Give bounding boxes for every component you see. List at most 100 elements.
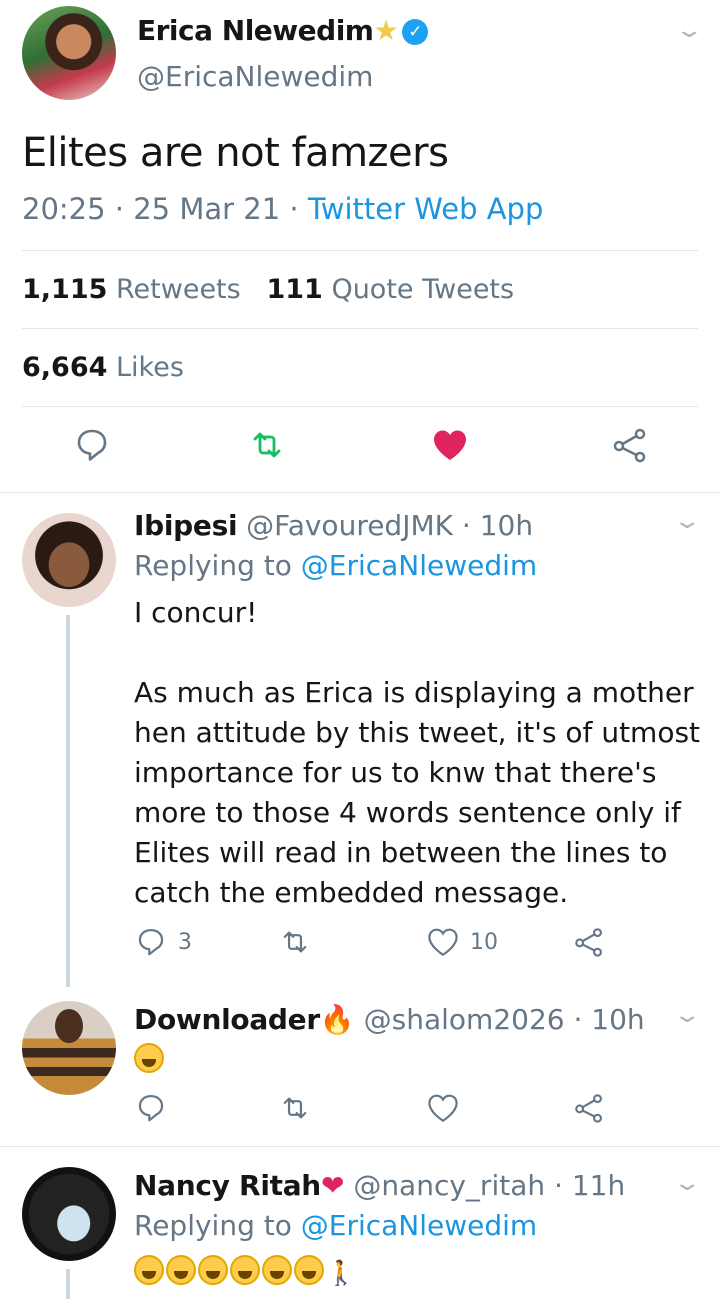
share-icon [575, 928, 602, 957]
retweet-icon[interactable] [247, 425, 287, 465]
reply-handle[interactable]: @FavouredJMK [246, 509, 453, 542]
share-icon [575, 1094, 602, 1123]
reply-text-line [134, 633, 704, 673]
divider [22, 406, 698, 407]
chevron-down-icon[interactable]: ⌄ [674, 18, 704, 43]
main-tweet: Erica Nlewedim★ ✓ @EricaNlewedim ⌄ Elites… [0, 0, 720, 493]
laughing-emoji [134, 1255, 164, 1285]
reply-text: 🚶 [134, 1255, 356, 1288]
likes-stat[interactable]: 6,664 Likes [22, 352, 184, 383]
reply-author-name[interactable]: Nancy Ritah [134, 1169, 321, 1202]
reply-author-name[interactable]: Downloader [134, 1003, 320, 1036]
reply-text-line: hen attitude by this tweet, it's of utmo… [134, 716, 701, 749]
retweet-icon [283, 931, 307, 953]
reply-text-line: more to those 4 words sentence only if [134, 796, 681, 829]
replying-to-handle[interactable]: @EricaNlewedim [301, 549, 537, 582]
like-count: 10 [470, 929, 498, 955]
reply-header: Downloader🔥 @shalom2026 · 10h [134, 1003, 645, 1036]
replying-to: Replying to @EricaNlewedim [134, 1209, 537, 1242]
reply-count: 3 [178, 929, 192, 955]
tweet-text: Elites are not famzers [22, 130, 449, 176]
reply-icon [138, 1094, 164, 1122]
like-button[interactable]: 10 [426, 925, 498, 959]
avatar[interactable] [22, 1167, 116, 1261]
walking-woman-emoji: 🚶 [326, 1259, 356, 1287]
thread-line [66, 1269, 70, 1299]
avatar-face [55, 1009, 83, 1043]
retweets-label: Retweets [116, 274, 241, 305]
reply-handle[interactable]: @nancy_ritah [353, 1169, 545, 1202]
stats-row: 1,115 Retweets 111 Quote Tweets [22, 274, 514, 305]
retweet-button[interactable] [278, 925, 312, 959]
reply-button[interactable]: 3 [134, 925, 192, 959]
divider [22, 328, 698, 329]
replying-to-handle[interactable]: @EricaNlewedim [301, 1209, 537, 1242]
likes-count: 6,664 [22, 352, 108, 383]
share-icon[interactable] [610, 425, 650, 465]
like-icon [428, 928, 458, 957]
laughing-emoji [294, 1255, 324, 1285]
main-action-bar [0, 425, 720, 475]
meta-dot: · [545, 1169, 572, 1202]
quotes-stat[interactable]: 111 Quote Tweets [266, 274, 514, 305]
reply-time: 10h [479, 509, 534, 542]
chevron-down-icon[interactable]: ⌄ [672, 1003, 702, 1028]
heart-emoji: ❤ [320, 1169, 345, 1202]
author-avatar[interactable] [22, 6, 116, 100]
chevron-down-icon[interactable]: ⌄ [672, 509, 702, 534]
reply-text-line: Elites will read in between the lines to [134, 836, 668, 869]
author-name[interactable]: Erica Nlewedim [137, 14, 374, 47]
reply-time: 11h [571, 1169, 626, 1202]
tweet-date: 25 Mar 21 [133, 192, 281, 226]
reply-text-line: I concur! [134, 596, 258, 629]
reply-header: Nancy Ritah❤ @nancy_ritah · 11h [134, 1169, 625, 1202]
tweet-source-link[interactable]: Twitter Web App [308, 192, 544, 226]
retweets-count: 1,115 [22, 274, 108, 305]
avatar[interactable] [22, 1001, 116, 1095]
reply-header: Ibipesi @FavouredJMK · 10h [134, 509, 533, 542]
chevron-down-icon[interactable]: ⌄ [672, 1171, 702, 1196]
reply-tweet[interactable]: Nancy Ritah❤ @nancy_ritah · 11h ⌄ Replyi… [0, 1147, 720, 1299]
retweet-button[interactable] [278, 1091, 312, 1125]
like-icon [428, 1094, 458, 1123]
fire-emoji: 🔥 [319, 1003, 355, 1036]
replying-to: Replying to @EricaNlewedim [134, 549, 537, 582]
like-icon[interactable] [430, 425, 470, 465]
reply-text: I concur! As much as Erica is displaying… [134, 593, 704, 913]
reply-text [134, 1043, 166, 1076]
reply-text-line: importance for us to knw that there's [134, 756, 657, 789]
like-button[interactable] [426, 1091, 460, 1125]
star-emoji: ★ [373, 14, 399, 47]
avatar[interactable] [22, 513, 116, 607]
meta-dot: · [114, 192, 134, 226]
laughing-emoji [262, 1255, 292, 1285]
reply-action-bar: 3 10 [0, 925, 720, 965]
meta-dot: · [453, 509, 480, 542]
reply-button[interactable] [134, 1091, 168, 1125]
meta-dot: · [564, 1003, 592, 1036]
reply-icon[interactable] [72, 425, 112, 465]
quotes-count: 111 [266, 274, 323, 305]
reply-author-name[interactable]: Ibipesi [134, 509, 238, 542]
tweet-time: 20:25 [22, 192, 106, 226]
reply-handle[interactable]: @shalom2026 [364, 1003, 565, 1036]
replying-prefix: Replying to [134, 549, 292, 582]
share-button[interactable] [572, 925, 606, 959]
author-name-row[interactable]: Erica Nlewedim★ ✓ [137, 14, 429, 47]
reply-icon [138, 928, 164, 956]
reply-tweet[interactable]: Downloader🔥 @shalom2026 · 10h ⌄ [0, 983, 720, 1146]
likes-label: Likes [116, 352, 184, 383]
laughing-emoji [230, 1255, 260, 1285]
reply-time: 10h [591, 1003, 645, 1036]
replying-prefix: Replying to [134, 1209, 292, 1242]
reply-tweet[interactable]: Ibipesi @FavouredJMK · 10h ⌄ Replying to… [0, 493, 720, 987]
author-handle[interactable]: @EricaNlewedim [137, 60, 373, 93]
laughing-emoji [134, 1043, 164, 1073]
share-button[interactable] [572, 1091, 606, 1125]
retweets-stat[interactable]: 1,115 Retweets [22, 274, 241, 305]
reply-text-line: catch the embedded message. [134, 876, 569, 909]
quotes-label: Quote Tweets [331, 274, 515, 305]
laughing-emoji [198, 1255, 228, 1285]
verified-badge-icon: ✓ [402, 19, 429, 45]
laughing-emoji [166, 1255, 196, 1285]
